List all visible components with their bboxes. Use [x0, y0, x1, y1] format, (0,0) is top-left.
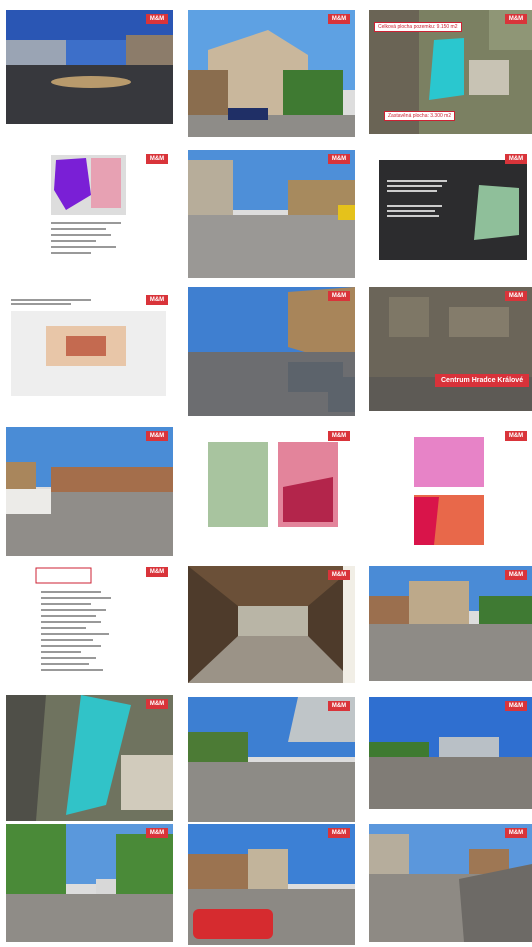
- street-tracks-photo: [369, 697, 532, 809]
- photo-tile-8[interactable]: M&M: [188, 287, 355, 416]
- roundabout-photo: [6, 10, 173, 124]
- photo-tile-9[interactable]: Centrum Hradce Králové M&M: [369, 287, 532, 411]
- plans-document: [188, 427, 355, 551]
- mm-logo-badge: M&M: [146, 431, 168, 441]
- mm-logo-badge: M&M: [146, 828, 168, 838]
- photo-tile-19[interactable]: M&M: [6, 824, 173, 942]
- photo-tile-10[interactable]: M&M: [6, 427, 173, 556]
- mm-logo-badge: M&M: [328, 14, 350, 24]
- city-aerial-photo: [369, 287, 532, 411]
- city-centre-label: Centrum Hradce Králové: [435, 374, 530, 387]
- parking-lot-photo: [188, 697, 355, 822]
- lot-warehouse-photo: [6, 427, 173, 556]
- warehouse-interior-photo: [188, 566, 355, 683]
- mm-logo-badge: M&M: [505, 14, 527, 24]
- photo-tile-3[interactable]: Celková plocha pozemku: 9.150 m2 Zastavě…: [369, 10, 532, 134]
- aerial-rail-photo: [6, 695, 173, 821]
- mm-logo-badge: M&M: [328, 828, 350, 838]
- mm-logo-badge: M&M: [146, 699, 168, 709]
- mm-logo-badge: M&M: [328, 701, 350, 711]
- photo-tile-2[interactable]: M&M: [188, 10, 355, 137]
- mm-logo-badge: M&M: [328, 570, 350, 580]
- text-document: [6, 563, 173, 687]
- mm-logo-badge: M&M: [505, 431, 527, 441]
- site-plan-document: [6, 291, 173, 415]
- zoning-map-document: [6, 150, 173, 274]
- mm-logo-badge: M&M: [505, 291, 527, 301]
- parking-station-photo: [369, 566, 532, 681]
- mm-logo-badge: M&M: [146, 154, 168, 164]
- total-area-label: Celková plocha pozemku: 9.150 m2: [374, 22, 462, 32]
- photo-tile-21[interactable]: M&M: [369, 824, 532, 942]
- photo-tile-14[interactable]: M&M: [188, 566, 355, 683]
- mm-logo-badge: M&M: [146, 14, 168, 24]
- street-warehouse-photo: [188, 150, 355, 278]
- photo-tile-5[interactable]: M&M: [188, 150, 355, 278]
- built-area-label: Zastavěná plocha: 3.300 m2: [384, 111, 456, 121]
- mm-logo-badge: M&M: [505, 154, 527, 164]
- mm-logo-badge: M&M: [505, 828, 527, 838]
- station-building-photo: [188, 10, 355, 137]
- photo-tile-20[interactable]: M&M: [188, 824, 355, 945]
- photo-tile-1[interactable]: M&M: [6, 10, 173, 124]
- document-tile-12[interactable]: M&M: [369, 427, 532, 551]
- photo-tile-17[interactable]: M&M: [188, 697, 355, 822]
- road-trees-photo: [6, 824, 173, 942]
- photo-tile-16[interactable]: M&M: [6, 695, 173, 821]
- study-slide-document: [369, 150, 532, 274]
- mm-logo-badge: M&M: [505, 570, 527, 580]
- document-tile-13[interactable]: M&M: [6, 563, 173, 687]
- photo-tile-15[interactable]: M&M: [369, 566, 532, 681]
- red-car-photo: [188, 824, 355, 945]
- document-tile-7[interactable]: M&M: [6, 291, 173, 415]
- mm-logo-badge: M&M: [328, 154, 350, 164]
- document-tile-11[interactable]: M&M: [188, 427, 355, 551]
- mm-logo-badge: M&M: [146, 567, 168, 577]
- mm-logo-badge: M&M: [328, 431, 350, 441]
- document-tile-4[interactable]: M&M: [6, 150, 173, 274]
- mm-logo-badge: M&M: [146, 295, 168, 305]
- zoning-comparison-document: [369, 427, 532, 551]
- document-tile-6[interactable]: M&M: [369, 150, 532, 274]
- photo-tile-18[interactable]: M&M: [369, 697, 532, 809]
- mm-logo-badge: M&M: [328, 291, 350, 301]
- fence-sidewalk-photo: [369, 824, 532, 942]
- mm-logo-badge: M&M: [505, 701, 527, 711]
- warehouse-containers-photo: [188, 287, 355, 416]
